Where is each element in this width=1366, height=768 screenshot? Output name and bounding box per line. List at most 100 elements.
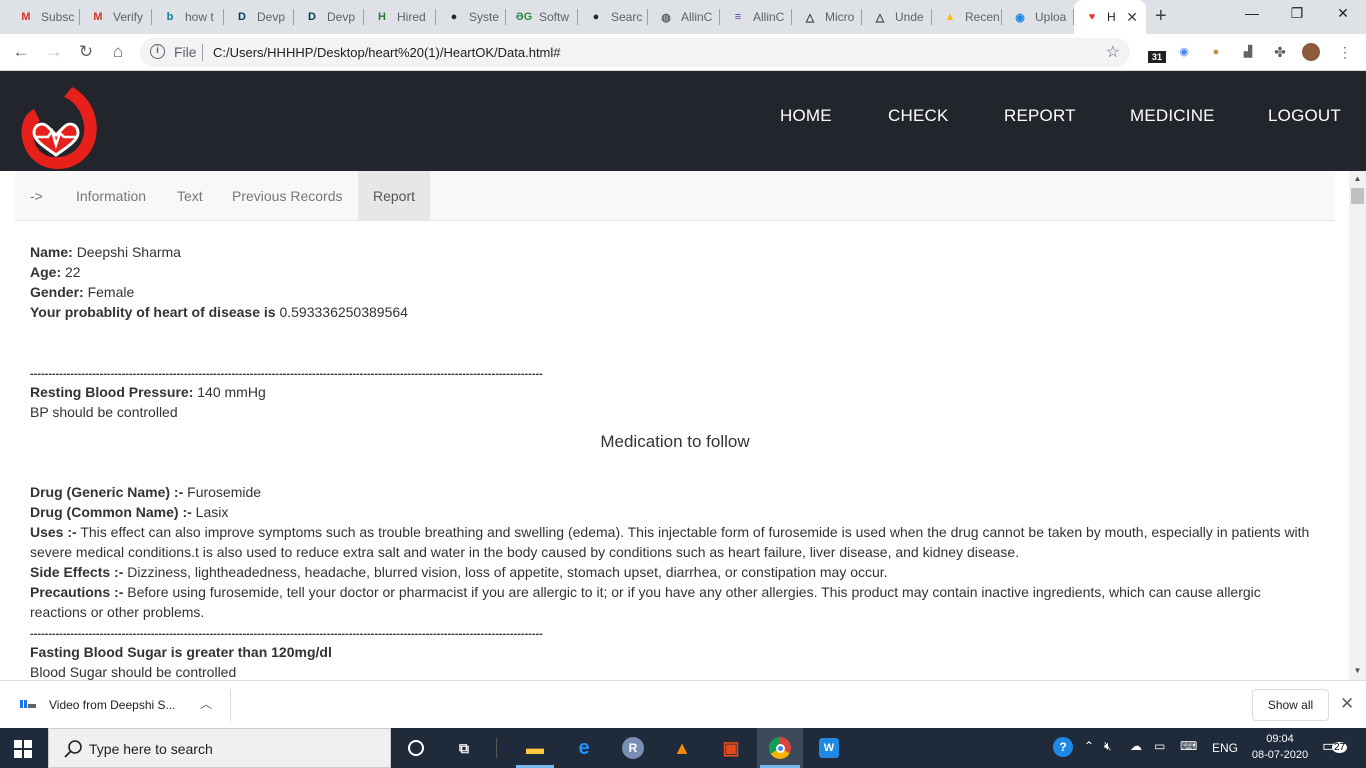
nav-logout[interactable]: LOGOUT bbox=[1268, 106, 1341, 126]
task-view-icon[interactable]: ⧉ bbox=[452, 736, 476, 760]
subtab-previous-records[interactable]: Previous Records bbox=[217, 171, 358, 221]
browser-tab-label: Devp bbox=[327, 10, 356, 24]
maximize-button[interactable]: ❐ bbox=[1287, 5, 1307, 22]
wps-icon[interactable]: W bbox=[817, 736, 841, 760]
cookie-extension-icon[interactable]: ● bbox=[1207, 43, 1225, 61]
subtab-arrow[interactable]: -> bbox=[15, 171, 58, 221]
notifications-icon[interactable]: ▭ 27 bbox=[1322, 736, 1348, 756]
geeks-icon: ƏG bbox=[515, 11, 533, 23]
bookmark-star-icon[interactable]: ☆ bbox=[1106, 42, 1120, 62]
browser-tab[interactable]: M Subsc bbox=[8, 6, 80, 28]
subtab-information[interactable]: Information bbox=[61, 171, 161, 221]
office-icon[interactable]: ▣ bbox=[719, 736, 743, 760]
nav-medicine[interactable]: MEDICINE bbox=[1130, 106, 1215, 126]
browser-tab[interactable]: D Devp bbox=[224, 6, 294, 28]
show-all-button[interactable]: Show all bbox=[1252, 689, 1329, 721]
download-item-name[interactable]: Video from Deepshi S... bbox=[49, 698, 176, 712]
close-window-button[interactable]: ✕ bbox=[1333, 5, 1353, 22]
battery-icon[interactable]: ▭ bbox=[1154, 739, 1165, 753]
browser-tab-label: Syste bbox=[469, 10, 500, 24]
browser-tab-label: Micro bbox=[825, 10, 855, 24]
scroll-up-arrow-icon[interactable]: ▲ bbox=[1349, 172, 1366, 186]
taskbar-clock[interactable]: 09:04 08-07-2020 bbox=[1248, 731, 1312, 763]
nav-report[interactable]: REPORT bbox=[1004, 106, 1076, 126]
devpost-icon: D bbox=[238, 11, 246, 23]
tray-chevron-icon[interactable]: ⌃ bbox=[1084, 739, 1094, 753]
browser-tab-label: Unde bbox=[895, 10, 924, 24]
probability-row: Your probablity of heart of disease is 0… bbox=[30, 304, 408, 320]
profile-avatar[interactable] bbox=[1302, 43, 1320, 61]
browser-tab[interactable]: ● Searc bbox=[578, 6, 648, 28]
browser-tab[interactable]: ▲ Recen bbox=[932, 6, 1002, 28]
browser-tab[interactable]: D Devp bbox=[294, 6, 364, 28]
address-bar-row: ← → ↻ ⌂ i File C:/Users/HHHHP/Desktop/he… bbox=[0, 34, 1366, 71]
new-tab-button[interactable]: + bbox=[1155, 5, 1167, 28]
scroll-down-arrow-icon[interactable]: ▼ bbox=[1349, 664, 1366, 678]
keyboard-icon[interactable]: ⌨ bbox=[1180, 739, 1197, 753]
cortana-icon[interactable] bbox=[404, 736, 428, 760]
browser-tab[interactable]: ◍ AllinC bbox=[648, 6, 720, 28]
browser-tab[interactable]: △ Unde bbox=[862, 6, 932, 28]
windows-start-icon[interactable] bbox=[14, 740, 32, 758]
cloud-icon[interactable]: ☁ bbox=[1130, 739, 1142, 753]
vpn-extension-icon[interactable]: ◉ bbox=[1175, 43, 1193, 61]
volume-muted-icon[interactable]: 🔇︎ bbox=[1104, 739, 1112, 754]
r-app-icon[interactable]: R bbox=[621, 736, 645, 760]
help-tray-icon[interactable]: ? bbox=[1053, 737, 1073, 757]
nav-check[interactable]: CHECK bbox=[888, 106, 949, 126]
side-effects: Dizziness, lightheadedness, headache, bl… bbox=[127, 564, 888, 580]
language-indicator[interactable]: ENG bbox=[1212, 741, 1238, 755]
medication-heading: Medication to follow bbox=[600, 432, 750, 451]
browser-tab-label: AllinC bbox=[681, 10, 713, 24]
browser-tab[interactable]: b how t bbox=[152, 6, 224, 28]
browser-tab[interactable]: ♥ H ✕ bbox=[1074, 0, 1146, 34]
forward-icon[interactable]: → bbox=[43, 41, 65, 63]
taskbar-search-box[interactable]: Type here to search bbox=[48, 728, 391, 768]
close-tab-icon[interactable]: ✕ bbox=[1126, 9, 1138, 26]
subtab-report[interactable]: Report bbox=[358, 171, 431, 221]
analytics-extension-icon[interactable]: ▟ bbox=[1239, 43, 1257, 61]
drug-common-row: Drug (Common Name) :- Lasix bbox=[30, 504, 229, 520]
section-divider: ----------------------------------------… bbox=[30, 368, 543, 380]
page-scrollbar[interactable] bbox=[1349, 171, 1366, 680]
reload-icon[interactable]: ↻ bbox=[75, 41, 97, 63]
drug-common-name: Lasix bbox=[195, 504, 229, 520]
blood-sugar-note: Blood Sugar should be controlled bbox=[30, 664, 237, 680]
browser-tab[interactable]: ● Syste bbox=[436, 6, 506, 28]
browser-tab-label: Verify bbox=[113, 10, 144, 24]
browser-tab[interactable]: ≡ AllinC bbox=[720, 6, 792, 28]
back-icon[interactable]: ← bbox=[10, 41, 32, 63]
info-icon[interactable]: i bbox=[150, 44, 165, 59]
scrollbar-thumb[interactable] bbox=[1351, 188, 1364, 204]
taskbar-divider bbox=[496, 738, 497, 758]
menu-kebab-icon[interactable]: ⋮ bbox=[1336, 43, 1354, 61]
extensions-puzzle-icon[interactable]: ✤ bbox=[1271, 43, 1289, 61]
minimize-button[interactable]: — bbox=[1242, 5, 1262, 21]
chrome-icon[interactable] bbox=[768, 736, 792, 760]
browser-tab[interactable]: ◉ Uploa bbox=[1002, 6, 1074, 28]
browser-tab[interactable]: ƏG Softw bbox=[506, 6, 578, 28]
edge-icon[interactable]: e bbox=[572, 736, 596, 760]
report-subtabs: -> Information Text Previous Records Rep… bbox=[15, 171, 1335, 221]
hired-icon: H bbox=[378, 11, 386, 23]
home-icon[interactable]: ⌂ bbox=[107, 41, 129, 63]
heart-logo-icon[interactable] bbox=[20, 83, 100, 169]
file-explorer-icon[interactable]: ▬ bbox=[523, 736, 547, 760]
section-divider-2: ----------------------------------------… bbox=[30, 628, 543, 640]
browser-tab[interactable]: H Hired bbox=[364, 6, 436, 28]
browser-tab[interactable]: △ Micro bbox=[792, 6, 862, 28]
nav-home[interactable]: HOME bbox=[780, 106, 832, 126]
calendar-extension-icon[interactable]: 31 bbox=[1148, 51, 1166, 63]
browser-tab[interactable]: M Verify bbox=[80, 6, 152, 28]
browser-tab-label: Subsc bbox=[41, 10, 75, 24]
subtab-text[interactable]: Text bbox=[162, 171, 218, 221]
globe-icon: ◍ bbox=[661, 11, 671, 24]
download-chevron-up-icon[interactable]: ︿ bbox=[200, 695, 212, 712]
omnibox[interactable]: i File C:/Users/HHHHP/Desktop/heart%20(1… bbox=[140, 38, 1130, 67]
browser-tab-label: H bbox=[1107, 10, 1116, 24]
close-download-bar-icon[interactable]: ✕ bbox=[1340, 694, 1354, 714]
url-text[interactable]: C:/Users/HHHHP/Desktop/heart%20(1)/Heart… bbox=[213, 45, 561, 60]
browser-tab-label: Softw bbox=[539, 10, 570, 24]
omnibox-divider bbox=[202, 44, 203, 61]
vlc-icon[interactable]: ▲ bbox=[670, 736, 694, 760]
